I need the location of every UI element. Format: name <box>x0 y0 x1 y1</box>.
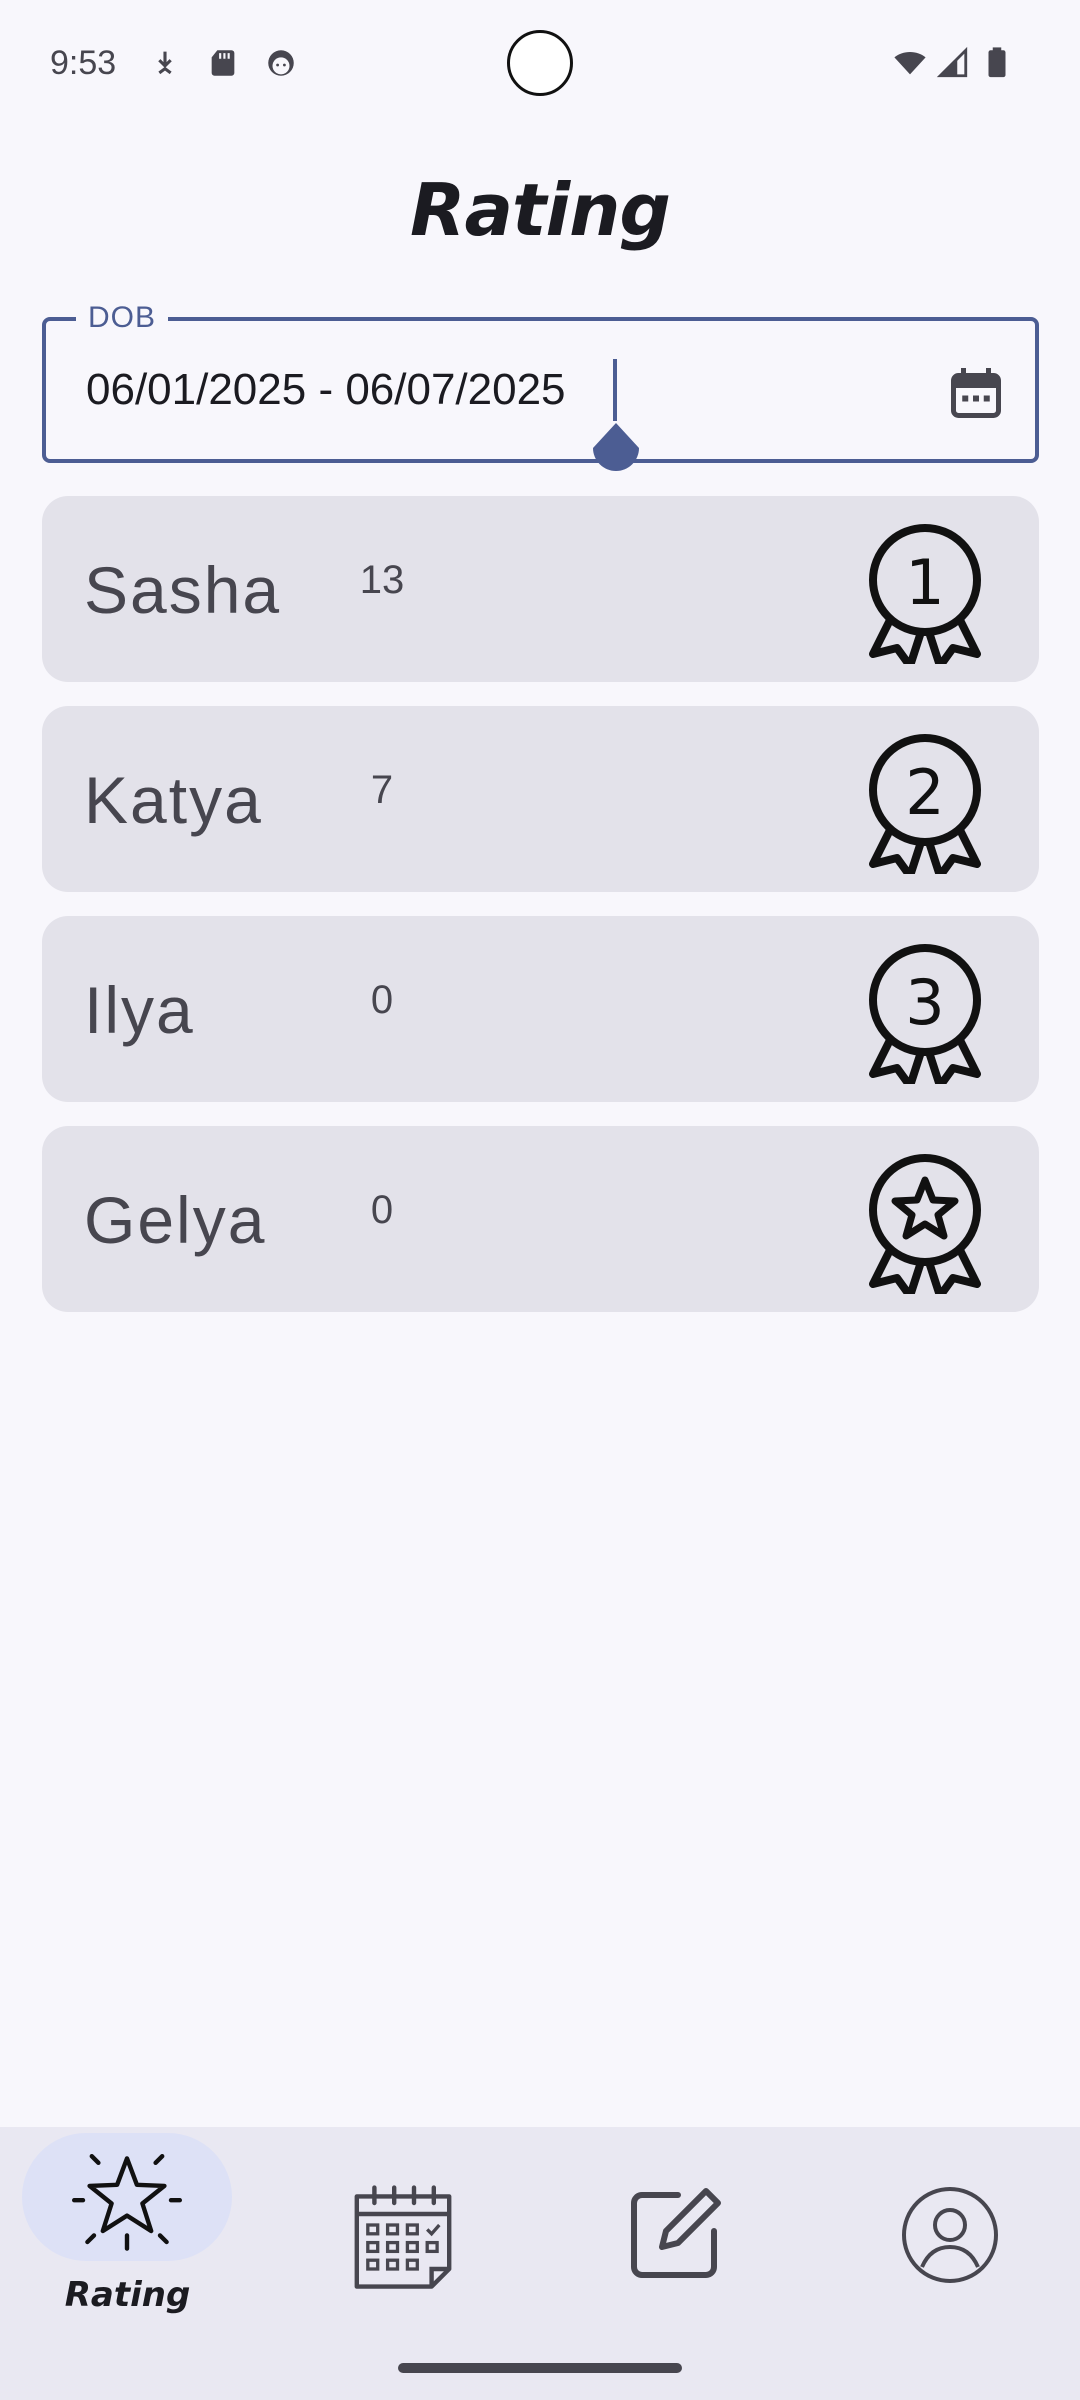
page-title: Rating <box>410 168 671 252</box>
sparkle-star-icon <box>72 2154 182 2251</box>
medal-number: 2 <box>905 756 944 829</box>
nav-item-edit[interactable] <box>540 2127 810 2347</box>
calendar-icon[interactable] <box>946 363 1006 423</box>
medal-number: 3 <box>905 966 944 1039</box>
rating-row[interactable]: Katya 7 2 <box>42 706 1039 892</box>
sd-card-icon <box>211 50 235 76</box>
cursor-handle[interactable] <box>589 421 643 475</box>
player-name: Sasha <box>84 553 282 627</box>
player-score: 0 <box>370 1188 394 1232</box>
nav-item-rating[interactable]: Rating <box>0 2127 250 2347</box>
medal-2-icon: 2 <box>869 734 981 874</box>
medal-1-icon: 1 <box>869 524 981 664</box>
signal-icon <box>936 46 968 78</box>
nav-label-rating: Rating <box>64 2275 191 2315</box>
rating-row[interactable]: Sasha 13 1 <box>42 496 1039 682</box>
rating-row[interactable]: Ilya 0 3 <box>42 916 1039 1102</box>
status-bar: 9:53 <box>0 0 1080 130</box>
date-range-value[interactable]: 06/01/2025 - 06/07/2025 <box>86 365 566 415</box>
player-name: Gelya <box>84 1183 267 1257</box>
date-range-field[interactable]: DOB 06/01/2025 - 06/07/2025 <box>42 301 1039 471</box>
date-field-label: DOB <box>76 301 169 335</box>
camera-cutout <box>507 30 573 96</box>
nav-item-calendar[interactable] <box>270 2127 540 2347</box>
medal-number: 1 <box>905 546 944 619</box>
home-indicator[interactable] <box>398 2363 682 2373</box>
status-time: 9:53 <box>50 44 117 82</box>
nav-item-profile[interactable] <box>810 2127 1080 2347</box>
player-score: 0 <box>370 978 394 1022</box>
wifi-icon <box>894 52 926 75</box>
face-icon <box>268 50 294 76</box>
player-score: 7 <box>370 768 394 812</box>
player-score: 13 <box>359 558 405 602</box>
edit-icon <box>631 2188 721 2278</box>
medal-star-icon <box>869 1154 981 1294</box>
medal-3-icon: 3 <box>869 944 981 1084</box>
calendar-grid-icon <box>354 2185 452 2289</box>
battery-icon <box>988 47 1006 78</box>
player-name: Ilya <box>84 973 195 1047</box>
player-name: Katya <box>84 763 263 837</box>
download-icon <box>158 51 172 75</box>
bottom-navigation: Rating <box>0 2127 1080 2400</box>
account-icon <box>902 2187 998 2283</box>
text-cursor <box>613 359 617 421</box>
rating-row[interactable]: Gelya 0 <box>42 1126 1039 1312</box>
